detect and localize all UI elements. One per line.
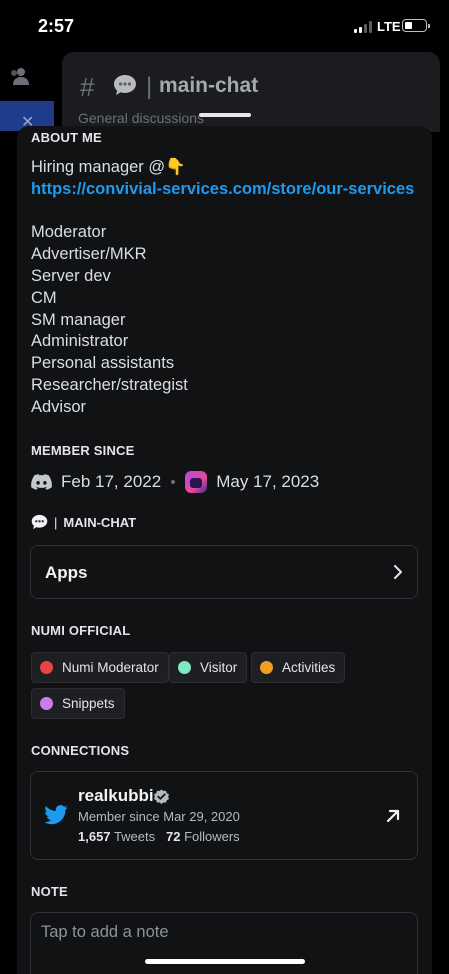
speech-bubble-icon <box>114 75 136 95</box>
external-link-icon[interactable] <box>385 808 401 824</box>
role-color-dot <box>40 697 53 710</box>
role-color-dot <box>260 661 273 674</box>
channel-label: | MAIN-CHAT <box>31 514 136 530</box>
network-type: LTE <box>377 19 401 34</box>
role-color-dot <box>178 661 191 674</box>
role-color-dot <box>40 661 53 674</box>
verified-icon <box>154 789 169 804</box>
discord-join-date: Feb 17, 2022 <box>61 472 162 491</box>
member-since-row: Feb 17, 2022 May 17, 2023 <box>31 469 319 495</box>
tweets-label: Tweets <box>113 829 156 844</box>
about-line: CM <box>31 288 57 307</box>
connection-member-since: Member since Mar 29, 2020 <box>78 809 240 824</box>
home-indicator[interactable] <box>145 959 305 964</box>
member-since-title: MEMBER SINCE <box>31 443 135 458</box>
roles-title: NUMI OFFICIAL <box>31 623 131 638</box>
date-separator <box>171 480 176 484</box>
role-chip[interactable]: Snippets <box>31 688 125 719</box>
twitter-icon <box>44 805 68 825</box>
about-line: Moderator <box>31 223 107 242</box>
speech-bubble-icon <box>31 514 48 530</box>
battery-icon <box>402 19 430 32</box>
status-time: 2:57 <box>38 16 75 36</box>
status-bar: 2:57 LTE <box>0 0 449 52</box>
connection-stats: 1,657 Tweets 72 Followers <box>78 829 240 844</box>
background-channel-name: main-chat <box>159 74 259 97</box>
connections-title: CONNECTIONS <box>31 743 130 758</box>
about-line: Administrator <box>31 332 129 351</box>
note-title: NOTE <box>31 884 68 899</box>
role-name: Visitor <box>200 660 238 675</box>
about-line: Personal assistants <box>31 354 175 373</box>
about-me-text: Hiring manager @👇 https://convivial-serv… <box>31 157 414 419</box>
chevron-right-icon <box>394 565 402 579</box>
discord-logo-icon <box>31 474 52 490</box>
about-line: SM manager <box>31 310 126 329</box>
channel-label-separator: | <box>54 514 58 530</box>
about-me-title: ABOUT ME <box>31 130 102 145</box>
sheet-grabber[interactable] <box>199 113 251 117</box>
background-channel-topic: General discussions <box>78 110 205 126</box>
server-icon <box>185 471 208 493</box>
about-line: Server dev <box>31 266 111 285</box>
apps-button[interactable]: Apps <box>30 545 418 599</box>
connection-username: realkubbi <box>78 786 154 805</box>
about-intro: Hiring manager @👇 <box>31 158 186 176</box>
channel-label-name: MAIN-CHAT <box>63 514 137 530</box>
followers-count: 72 <box>165 829 181 844</box>
apps-label: Apps <box>45 563 88 582</box>
role-chip[interactable]: Activities <box>251 652 346 683</box>
about-line: Advertiser/MKR <box>31 245 147 264</box>
note-input[interactable]: Tap to add a note <box>30 912 418 974</box>
server-join-date: May 17, 2023 <box>216 472 320 491</box>
role-name: Numi Moderator <box>62 660 159 675</box>
note-placeholder: Tap to add a note <box>41 923 169 941</box>
role-name: Activities <box>282 660 336 675</box>
members-icon[interactable] <box>9 66 31 86</box>
channel-separator: | <box>146 73 153 100</box>
followers-label: Followers <box>184 829 240 844</box>
about-line: Researcher/strategist <box>31 375 188 394</box>
role-chip[interactable]: Visitor <box>169 652 248 683</box>
about-line: Advisor <box>31 397 87 416</box>
twitter-connection-card[interactable]: realkubbi Member since Mar 29, 2020 1,65… <box>30 771 418 860</box>
hash-icon: # <box>80 72 95 102</box>
role-name: Snippets <box>62 696 115 711</box>
tweets-count: 1,657 <box>78 829 111 844</box>
role-chip[interactable]: Numi Moderator <box>31 652 169 683</box>
about-link[interactable]: https://convivial-services.com/store/our… <box>31 179 414 201</box>
signal-icon <box>354 21 372 33</box>
